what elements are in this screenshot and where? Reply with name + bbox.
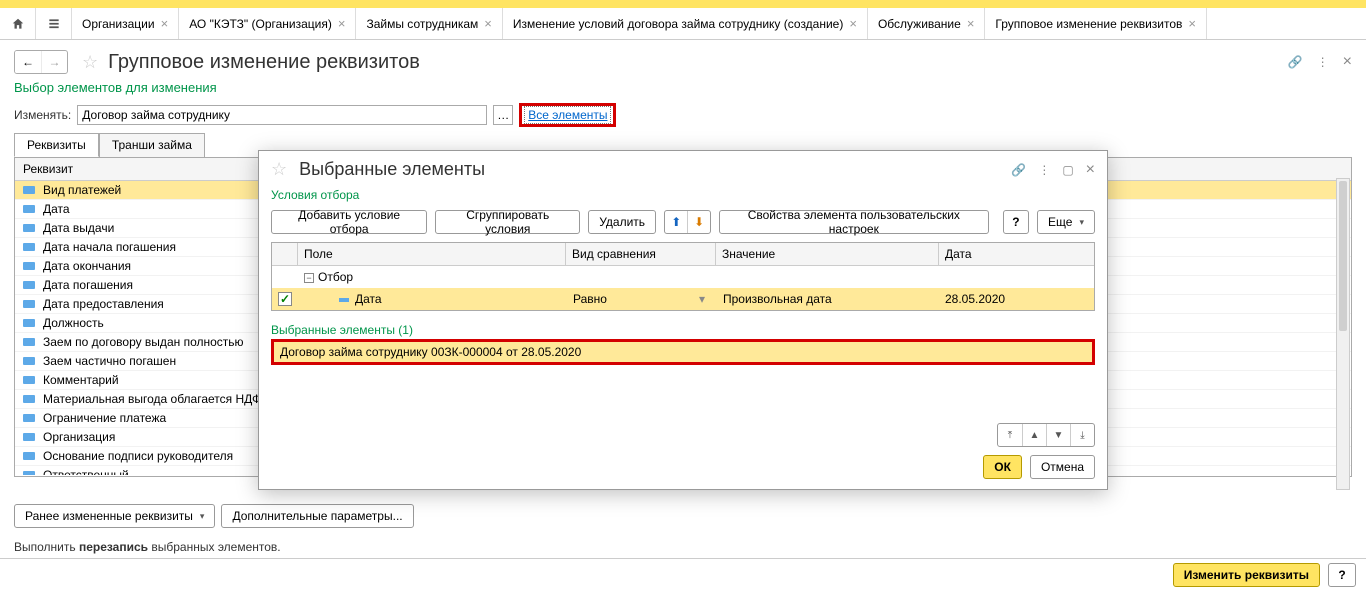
close-page-icon[interactable]: × (1343, 53, 1352, 71)
lookup-button[interactable]: … (493, 105, 513, 125)
move-up-button[interactable]: ⬆ (665, 211, 687, 233)
cancel-button[interactable]: Отмена (1030, 455, 1095, 479)
tab-label: Организации (82, 17, 155, 31)
grid-scrollbar[interactable] (1336, 178, 1350, 490)
th-field: Поле (298, 243, 566, 265)
selected-element-row[interactable]: Договор займа сотруднику 00ЗК-000004 от … (274, 342, 1092, 362)
field-icon (23, 262, 35, 270)
move-down-icon[interactable]: ▼ (1046, 424, 1070, 446)
field-icon (23, 319, 35, 327)
collapse-icon[interactable]: − (304, 273, 314, 283)
field-icon (23, 281, 35, 289)
move-up-icon[interactable]: ▲ (1022, 424, 1046, 446)
maximize-icon[interactable]: ▢ (1062, 163, 1073, 177)
kebab-icon[interactable]: ⋮ (1038, 163, 1050, 177)
checkbox[interactable]: ✓ (278, 292, 292, 306)
info-text: Выполнить перезапись выбранных элементов… (14, 540, 281, 554)
field-icon (23, 395, 35, 403)
link-icon[interactable]: 🔗 (1011, 163, 1026, 177)
field-icon (23, 433, 35, 441)
help-button[interactable]: ? (1328, 563, 1356, 587)
tab-loan-change[interactable]: Изменение условий договора займа сотрудн… (503, 8, 868, 39)
tab-requisites[interactable]: Реквизиты (14, 133, 99, 157)
link-icon[interactable]: 🔗 (1288, 55, 1303, 69)
th-value: Значение (716, 243, 939, 265)
close-icon[interactable]: × (161, 16, 169, 31)
dropdown-icon[interactable]: ▾ (694, 292, 710, 306)
move-buttons: ⬆ ⬇ (664, 210, 711, 234)
tab-label: Групповое изменение реквизитов (995, 17, 1182, 31)
all-elements-link[interactable]: Все элементы (524, 106, 611, 124)
field-icon (23, 205, 35, 213)
home-button[interactable] (0, 8, 36, 39)
field-icon (23, 300, 35, 308)
selected-elements-dialog: ☆ Выбранные элементы 🔗 ⋮ ▢ × Условия отб… (258, 150, 1108, 490)
tab-maintenance[interactable]: Обслуживание × (868, 8, 985, 39)
star-icon[interactable]: ☆ (82, 52, 98, 73)
tab-organizations[interactable]: Организации × (72, 8, 179, 39)
tab-label: Обслуживание (878, 17, 961, 31)
field-icon (23, 357, 35, 365)
th-compare: Вид сравнения (566, 243, 716, 265)
close-icon[interactable]: × (338, 16, 346, 31)
selected-elements-list: Договор займа сотруднику 00ЗК-000004 от … (271, 339, 1095, 365)
page-title: Групповое изменение реквизитов (108, 51, 420, 74)
selected-elements-label: Выбранные элементы (1) (259, 311, 1107, 339)
kebab-icon[interactable]: ⋮ (1317, 55, 1329, 69)
field-icon (23, 186, 35, 194)
delete-button[interactable]: Удалить (588, 210, 656, 234)
move-top-icon[interactable]: ⤒ (998, 424, 1022, 446)
group-conditions-button[interactable]: Сгруппировать условия (435, 210, 580, 234)
tab-label: АО "КЭТЗ" (Организация) (189, 17, 332, 31)
change-type-input[interactable] (77, 105, 487, 125)
change-label: Изменять: (14, 108, 71, 122)
field-icon (23, 243, 35, 251)
filter-row[interactable]: ✓ Дата Равно▾ Произвольная дата 28.05.20… (272, 288, 1094, 310)
tab-group-change[interactable]: Групповое изменение реквизитов × (985, 8, 1207, 39)
field-icon (339, 298, 349, 302)
nav-back-button[interactable]: ← (15, 51, 41, 73)
filter-conditions-label: Условия отбора (259, 188, 1107, 206)
apply-button[interactable]: Изменить реквизиты (1173, 563, 1320, 587)
move-bottom-icon[interactable]: ⤓ (1070, 424, 1094, 446)
tab-tranches[interactable]: Транши займа (99, 133, 205, 157)
close-icon[interactable]: × (1188, 16, 1196, 31)
additional-params-button[interactable]: Дополнительные параметры... (221, 504, 413, 528)
tab-org-ketz[interactable]: АО "КЭТЗ" (Организация) × (179, 8, 356, 39)
nav-forward-button: → (41, 51, 67, 73)
star-icon[interactable]: ☆ (271, 159, 287, 180)
field-icon (23, 471, 35, 475)
help-button[interactable]: ? (1003, 210, 1029, 234)
field-icon (23, 338, 35, 346)
close-icon[interactable]: × (1086, 161, 1095, 179)
settings-props-button[interactable]: Свойства элемента пользовательских настр… (719, 210, 989, 234)
th-date: Дата (939, 243, 1094, 265)
more-button[interactable]: Еще (1037, 210, 1095, 234)
recent-requisites-button[interactable]: Ранее измененные реквизиты (14, 504, 215, 528)
add-condition-button[interactable]: Добавить условие отбора (271, 210, 427, 234)
favorites-button[interactable] (36, 8, 72, 39)
tab-loans[interactable]: Займы сотрудникам × (356, 8, 502, 39)
sort-buttons: ⤒ ▲ ▼ ⤓ (997, 423, 1095, 447)
close-icon[interactable]: × (484, 16, 492, 31)
tab-label: Изменение условий договора займа сотрудн… (513, 17, 844, 31)
field-icon (23, 452, 35, 460)
filter-tree-root[interactable]: −Отбор (272, 266, 1094, 288)
field-icon (23, 414, 35, 422)
close-icon[interactable]: × (849, 16, 857, 31)
move-down-button[interactable]: ⬇ (687, 211, 709, 233)
tab-label: Займы сотрудникам (366, 17, 478, 31)
selection-link[interactable]: Выбор элементов для изменения (0, 80, 1366, 101)
field-icon (23, 376, 35, 384)
dialog-title: Выбранные элементы (299, 159, 485, 180)
close-icon[interactable]: × (967, 16, 975, 31)
filter-table: Поле Вид сравнения Значение Дата −Отбор … (271, 242, 1095, 311)
field-icon (23, 224, 35, 232)
ok-button[interactable]: ОК (983, 455, 1022, 479)
